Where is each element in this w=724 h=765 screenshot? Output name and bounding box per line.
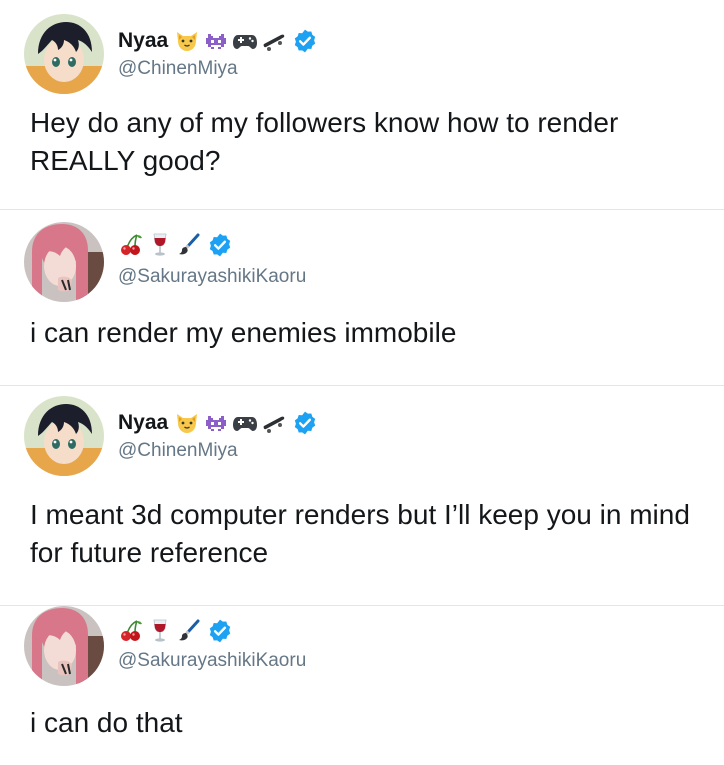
avatar[interactable] bbox=[24, 396, 104, 476]
cat-face-icon bbox=[174, 410, 200, 436]
verified-badge-icon bbox=[292, 28, 318, 54]
wine-glass-icon bbox=[147, 618, 173, 644]
tweet-text: i can render my enemies immobile bbox=[30, 317, 457, 348]
cherries-icon bbox=[118, 232, 144, 258]
cherries-icon bbox=[118, 618, 144, 644]
tweet[interactable]: Nyaa @ChinenMiya I meant 3d computer ren… bbox=[0, 386, 724, 606]
wine-glass-icon bbox=[147, 232, 173, 258]
avatar-image-icon bbox=[24, 396, 104, 476]
skateboard-icon bbox=[261, 28, 287, 54]
avatar-image-icon bbox=[24, 14, 104, 94]
avatar[interactable] bbox=[24, 222, 104, 302]
avatar-image-icon bbox=[24, 222, 104, 302]
display-name[interactable]: Nyaa bbox=[118, 411, 168, 435]
paintbrush-icon bbox=[176, 618, 202, 644]
tweet[interactable]: @SakurayashikiKaoru i can render my enem… bbox=[0, 210, 724, 386]
avatar[interactable] bbox=[24, 14, 104, 94]
author-row: Nyaa bbox=[118, 408, 318, 438]
alien-monster-icon bbox=[203, 28, 229, 54]
game-controller-icon bbox=[232, 28, 258, 54]
alien-monster-icon bbox=[203, 410, 229, 436]
tweet[interactable]: @SakurayashikiKaoru i can do that bbox=[0, 606, 724, 765]
verified-badge-icon bbox=[207, 232, 233, 258]
avatar[interactable] bbox=[24, 606, 104, 686]
cat-face-icon bbox=[174, 28, 200, 54]
game-controller-icon bbox=[232, 410, 258, 436]
skateboard-icon bbox=[261, 410, 287, 436]
avatar-image-icon bbox=[24, 606, 104, 686]
tweet-text: I meant 3d computer renders but I’ll kee… bbox=[30, 499, 690, 568]
tweet-text: Hey do any of my followers know how to r… bbox=[30, 107, 619, 176]
author-row: Nyaa bbox=[118, 26, 318, 56]
author-row bbox=[118, 230, 233, 260]
tweet[interactable]: Nyaa @ChinenMiya Hey do any of my follow… bbox=[0, 0, 724, 210]
verified-badge-icon bbox=[207, 618, 233, 644]
user-handle[interactable]: @ChinenMiya bbox=[118, 58, 238, 80]
display-name[interactable]: Nyaa bbox=[118, 29, 168, 53]
paintbrush-icon bbox=[176, 232, 202, 258]
user-handle[interactable]: @SakurayashikiKaoru bbox=[118, 650, 306, 672]
user-handle[interactable]: @ChinenMiya bbox=[118, 440, 238, 462]
author-row bbox=[118, 616, 233, 646]
verified-badge-icon bbox=[292, 410, 318, 436]
tweet-text: i can do that bbox=[30, 707, 183, 738]
user-handle[interactable]: @SakurayashikiKaoru bbox=[118, 266, 306, 288]
